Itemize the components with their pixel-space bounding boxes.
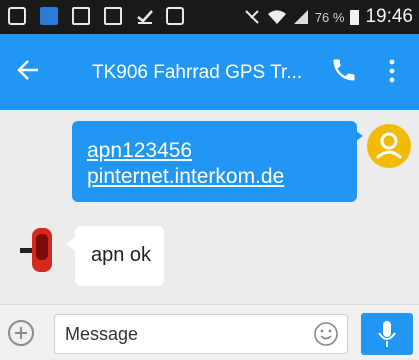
add-attachment-icon[interactable] [8, 320, 34, 346]
status-time: 19:46 [365, 6, 413, 27]
compose-bar [0, 304, 419, 359]
gps-tracker-avatar[interactable] [18, 224, 62, 276]
status-right: 76 % 19:46 [243, 6, 413, 28]
arrow-back-icon[interactable] [16, 50, 40, 90]
signal-icon [293, 10, 308, 24]
gps-tracker-icon [20, 228, 52, 272]
p-icon [8, 7, 26, 25]
message-icon [166, 7, 184, 25]
more-vert-icon[interactable] [388, 56, 396, 86]
app-icon [40, 7, 58, 25]
conversation-title: TK906 Fahrrad GPS Tr... [92, 62, 303, 83]
status-bar: 76 % 19:46 [0, 0, 419, 34]
emoji-icon[interactable] [313, 321, 339, 347]
wifi-icon [267, 10, 286, 24]
battery-percent: 76 % [314, 9, 345, 25]
image-icon [72, 7, 90, 25]
outgoing-message-line[interactable]: pinternet.interkom.de [87, 164, 284, 190]
incoming-message-text[interactable]: apn ok [91, 244, 151, 267]
outgoing-bubble-tail [352, 128, 363, 144]
download-icon [136, 7, 154, 25]
person-icon [375, 132, 403, 160]
voice-input-button[interactable] [361, 313, 413, 355]
mute-icon [245, 10, 259, 24]
phone-icon[interactable] [330, 56, 358, 84]
app-bar: TK906 Fahrrad GPS Tr... [0, 34, 419, 110]
message-input[interactable] [65, 323, 305, 345]
avatar-me[interactable] [367, 124, 411, 168]
outgoing-message-line[interactable]: apn123456 [87, 138, 284, 164]
battery-icon [350, 9, 360, 25]
outgoing-message-text[interactable]: apn123456 pinternet.interkom.de [87, 138, 284, 190]
microphone-icon [378, 321, 396, 347]
message-field[interactable] [54, 314, 348, 354]
gmail-icon [104, 7, 122, 25]
